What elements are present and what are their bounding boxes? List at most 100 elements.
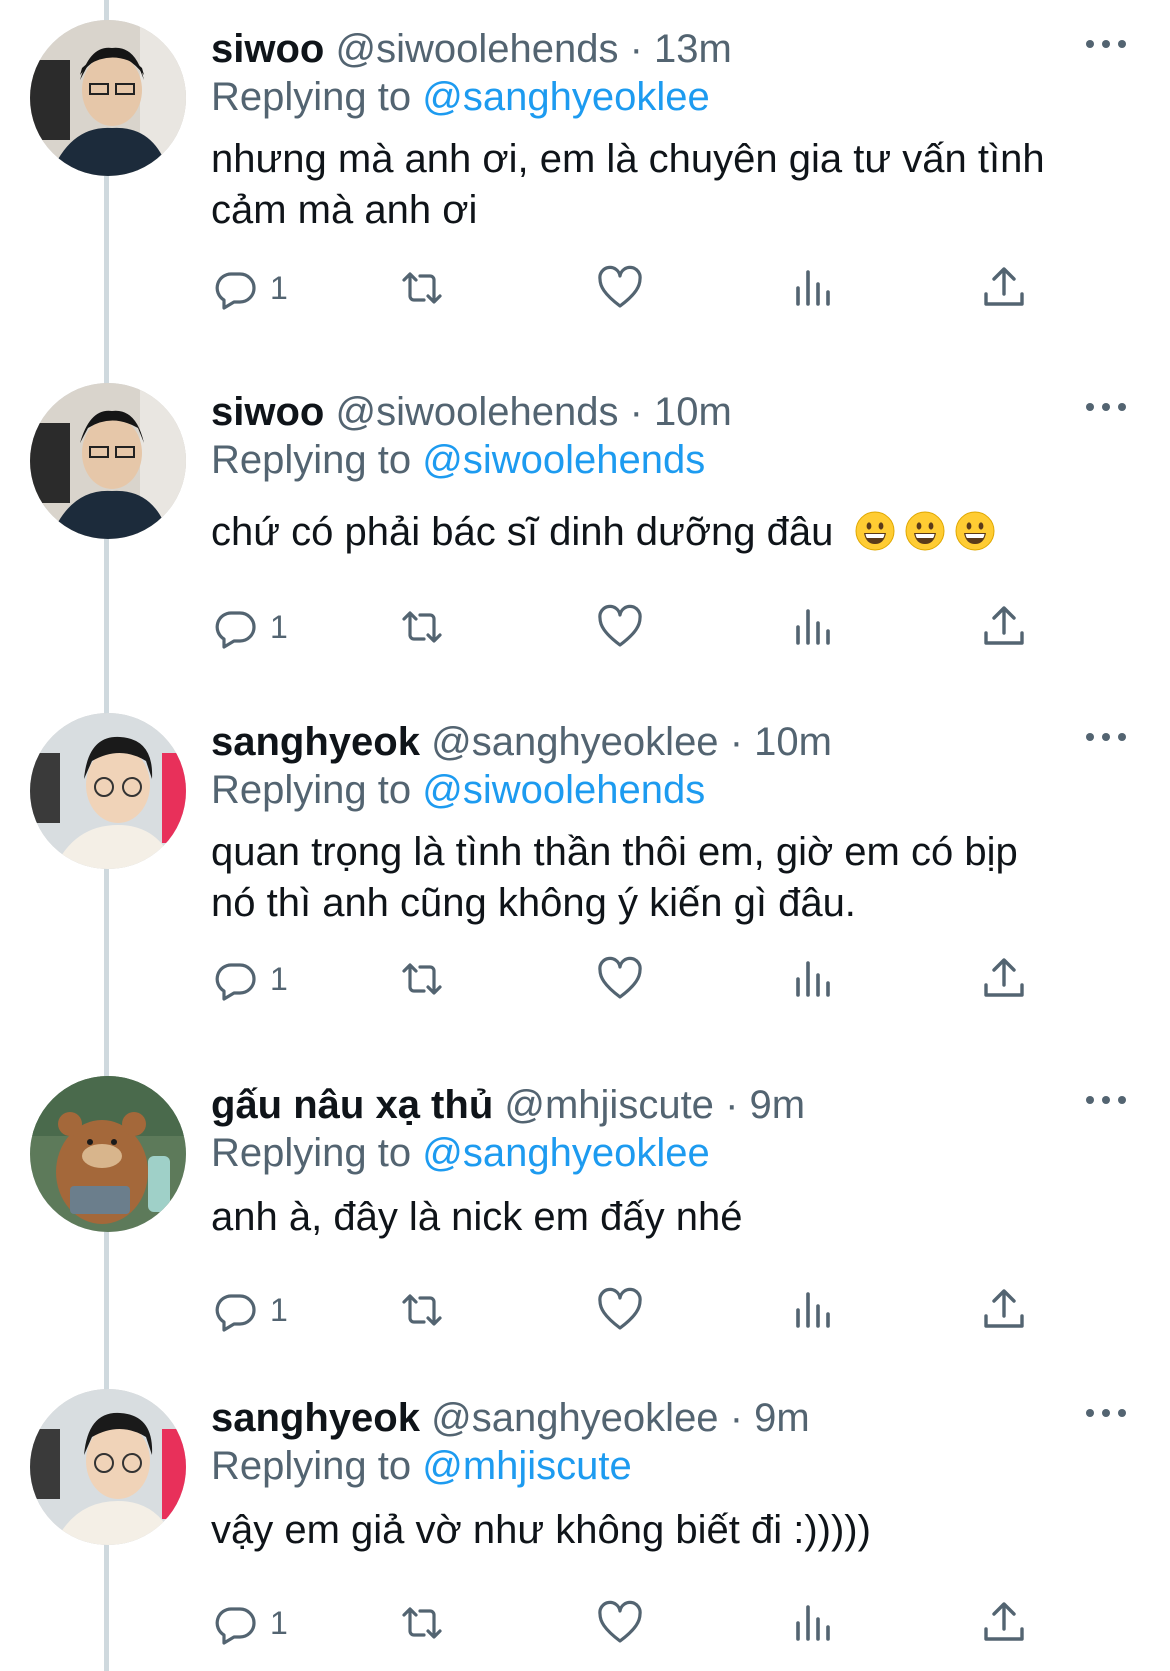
heart-icon (596, 603, 644, 651)
reply-icon (212, 1286, 260, 1334)
timestamp[interactable]: 10m (754, 720, 832, 764)
author-handle[interactable]: @siwoolehends (335, 390, 618, 434)
reply-button[interactable]: 1 (212, 258, 288, 318)
like-button[interactable] (596, 258, 644, 318)
avatar[interactable] (30, 1076, 186, 1232)
replying-label: Replying to (211, 1444, 423, 1488)
views-button[interactable] (790, 1280, 838, 1340)
like-button[interactable] (596, 1280, 644, 1340)
timestamp[interactable]: 13m (654, 27, 732, 71)
text-line: nhưng mà anh ơi, em là chuyên gia tư vấn… (211, 137, 1045, 181)
avatar[interactable] (30, 713, 186, 869)
mention-link[interactable]: @sanghyeoklee (422, 75, 709, 119)
text-line: nó thì anh cũng không ý kiến gì đâu. (211, 881, 856, 925)
replying-label: Replying to (211, 75, 423, 119)
share-button[interactable] (980, 1593, 1028, 1653)
text-line-with-emoji: chứ có phải bác sĩ dinh dưỡng đâu (211, 507, 1131, 558)
author-name[interactable]: gấu nâu xạ thủ (211, 1083, 493, 1127)
replying-to: Replying to @mhjiscute (211, 1441, 632, 1491)
more-icon[interactable] (1086, 731, 1126, 743)
retweet-button[interactable] (398, 258, 446, 318)
text-line: chứ có phải bác sĩ dinh dưỡng đâu (211, 510, 834, 554)
author-handle[interactable]: @siwoolehends (335, 27, 618, 71)
reply-button[interactable]: 1 (212, 1280, 288, 1340)
mention-link[interactable]: @siwoolehends (422, 438, 705, 482)
more-icon[interactable] (1086, 38, 1126, 50)
reply-count: 1 (270, 269, 288, 306)
replying-label: Replying to (211, 1131, 423, 1175)
views-icon (790, 264, 838, 312)
reply-icon (212, 1599, 260, 1647)
text-line: cảm mà anh ơi (211, 188, 478, 232)
retweet-button[interactable] (398, 1280, 446, 1340)
replying-label: Replying to (211, 768, 423, 812)
avatar[interactable] (30, 1389, 186, 1545)
reply-icon (212, 603, 260, 651)
text-line: vậy em giả vờ như không biết đi :))))) (211, 1508, 871, 1552)
tweet-actions: 1 (0, 1280, 1170, 1340)
separator: · (729, 720, 744, 764)
author-handle[interactable]: @sanghyeoklee (431, 1396, 718, 1440)
share-button[interactable] (980, 597, 1028, 657)
retweet-button[interactable] (398, 949, 446, 1009)
replying-to: Replying to @siwoolehends (211, 435, 705, 485)
author-handle[interactable]: @sanghyeoklee (431, 720, 718, 764)
text-line: quan trọng là tình thần thôi em, giờ em … (211, 830, 1018, 874)
replying-to: Replying to @sanghyeoklee (211, 1128, 710, 1178)
avatar[interactable] (30, 20, 186, 176)
views-button[interactable] (790, 949, 838, 1009)
author-name[interactable]: siwoo (211, 390, 324, 434)
text-line: anh à, đây là nick em đấy nhé (211, 1195, 743, 1239)
tweet-text: nhưng mà anh ơi, em là chuyên gia tư vấn… (211, 134, 1131, 236)
tweet-actions: 1 (0, 949, 1170, 1009)
share-icon (980, 603, 1028, 651)
more-icon[interactable] (1086, 1407, 1126, 1419)
retweet-button[interactable] (398, 597, 446, 657)
author-name[interactable]: sanghyeok (211, 720, 420, 764)
mention-link[interactable]: @siwoolehends (422, 768, 705, 812)
avatar[interactable] (30, 383, 186, 539)
separator: · (629, 27, 643, 71)
retweet-icon (398, 1599, 446, 1647)
retweet-button[interactable] (398, 1593, 446, 1653)
views-button[interactable] (790, 597, 838, 657)
reply-button[interactable]: 1 (212, 1593, 288, 1653)
reply-icon (212, 264, 260, 312)
reply-count: 1 (270, 1291, 288, 1328)
like-button[interactable] (596, 949, 644, 1009)
replying-to: Replying to @sanghyeoklee (211, 72, 710, 122)
grinning-face-emoji (855, 511, 895, 551)
share-button[interactable] (980, 949, 1028, 1009)
grinning-face-emoji (955, 511, 995, 551)
views-icon (790, 603, 838, 651)
mention-link[interactable]: @sanghyeoklee (422, 1131, 709, 1175)
tweet-actions: 1 (0, 1593, 1170, 1653)
mention-link[interactable]: @mhjiscute (422, 1444, 632, 1488)
author-handle[interactable]: @mhjiscute (504, 1083, 714, 1127)
author-name[interactable]: siwoo (211, 27, 324, 71)
timestamp[interactable]: 9m (754, 1396, 810, 1440)
reply-icon (212, 955, 260, 1003)
separator: · (629, 390, 643, 434)
reply-button[interactable]: 1 (212, 597, 288, 657)
views-button[interactable] (790, 1593, 838, 1653)
more-icon[interactable] (1086, 401, 1126, 413)
tweet-text: chứ có phải bác sĩ dinh dưỡng đâu (211, 507, 1131, 558)
grinning-face-emoji (905, 511, 945, 551)
more-icon[interactable] (1086, 1094, 1126, 1106)
like-button[interactable] (596, 597, 644, 657)
share-button[interactable] (980, 1280, 1028, 1340)
retweet-icon (398, 955, 446, 1003)
separator: · (729, 1396, 744, 1440)
share-icon (980, 1599, 1028, 1647)
like-button[interactable] (596, 1593, 644, 1653)
author-name[interactable]: sanghyeok (211, 1396, 420, 1440)
share-button[interactable] (980, 258, 1028, 318)
timestamp[interactable]: 9m (750, 1083, 806, 1127)
reply-count: 1 (270, 608, 288, 645)
reply-button[interactable]: 1 (212, 949, 288, 1009)
timestamp[interactable]: 10m (654, 390, 732, 434)
views-icon (790, 1286, 838, 1334)
views-icon (790, 1599, 838, 1647)
views-button[interactable] (790, 258, 838, 318)
